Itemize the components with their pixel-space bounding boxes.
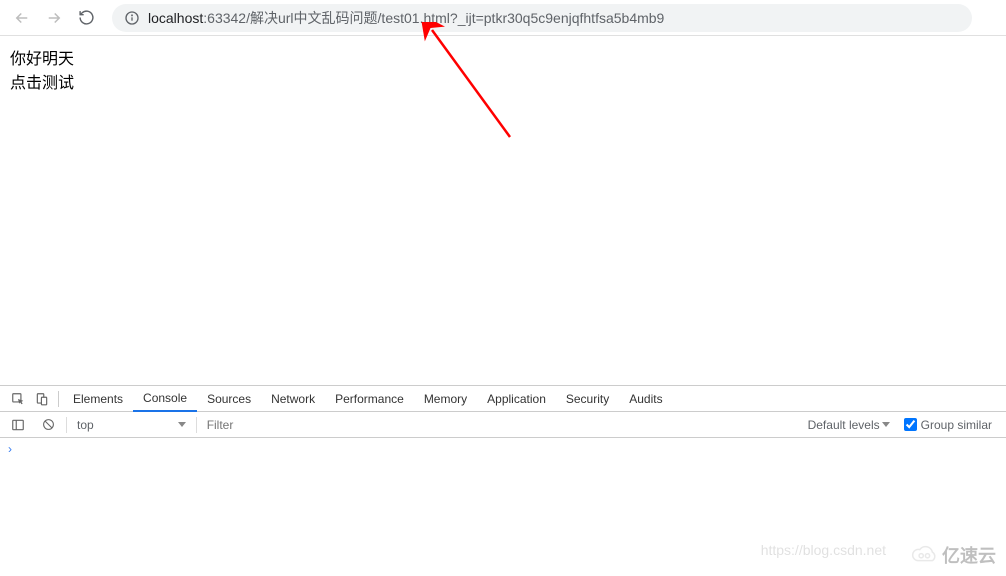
reload-button[interactable] <box>72 4 100 32</box>
separator <box>66 417 67 433</box>
tab-performance[interactable]: Performance <box>325 386 414 412</box>
devtools-tabs: Elements Console Sources Network Perform… <box>0 386 1006 412</box>
group-similar-label: Group similar <box>921 418 992 432</box>
page-text-line1: 你好明天 <box>10 48 996 72</box>
console-filter-bar: top Default levels Group similar <box>0 412 1006 438</box>
log-levels-selector[interactable]: Default levels <box>804 418 894 432</box>
tab-application[interactable]: Application <box>477 386 556 412</box>
tab-sources[interactable]: Sources <box>197 386 261 412</box>
info-icon <box>124 10 140 26</box>
console-sidebar-toggle-icon[interactable] <box>6 413 30 437</box>
watermark-logo-text: 亿速云 <box>942 542 996 568</box>
tab-elements[interactable]: Elements <box>63 386 133 412</box>
console-prompt: › <box>8 442 12 456</box>
tab-network[interactable]: Network <box>261 386 325 412</box>
url-port: :63342 <box>203 10 246 26</box>
console-right-controls: Default levels Group similar <box>804 418 1000 432</box>
context-selector[interactable]: top <box>73 418 190 432</box>
page-text-line2[interactable]: 点击测试 <box>10 72 996 96</box>
url-bar[interactable]: localhost:63342/解决url中文乱码问题/test01.html?… <box>112 4 972 32</box>
tab-audits[interactable]: Audits <box>619 386 672 412</box>
device-toggle-icon[interactable] <box>30 387 54 411</box>
tab-memory[interactable]: Memory <box>414 386 477 412</box>
log-levels-label: Default levels <box>808 418 880 432</box>
group-similar-input[interactable] <box>904 418 917 431</box>
chevron-down-icon <box>882 422 890 427</box>
context-value: top <box>77 418 94 432</box>
tab-console[interactable]: Console <box>133 386 197 412</box>
watermark-logo: 亿速云 <box>910 542 996 568</box>
cloud-icon <box>910 544 938 566</box>
back-button[interactable] <box>8 4 36 32</box>
forward-button[interactable] <box>40 4 68 32</box>
tab-security[interactable]: Security <box>556 386 619 412</box>
url-path: /解决url中文乱码问题/test01.html?_ijt=ptkr30q5c9… <box>246 10 664 26</box>
browser-toolbar: localhost:63342/解决url中文乱码问题/test01.html?… <box>0 0 1006 36</box>
group-similar-checkbox[interactable]: Group similar <box>904 418 992 432</box>
inspect-icon[interactable] <box>6 387 30 411</box>
separator <box>58 391 59 407</box>
clear-console-icon[interactable] <box>36 413 60 437</box>
filter-input[interactable] <box>203 415 583 435</box>
url-text: localhost:63342/解决url中文乱码问题/test01.html?… <box>148 8 664 28</box>
separator <box>196 417 197 433</box>
page-content: 你好明天 点击测试 <box>0 36 1006 108</box>
watermark-url: https://blog.csdn.net <box>761 542 886 558</box>
chevron-down-icon <box>178 422 186 427</box>
url-host: localhost <box>148 10 203 26</box>
